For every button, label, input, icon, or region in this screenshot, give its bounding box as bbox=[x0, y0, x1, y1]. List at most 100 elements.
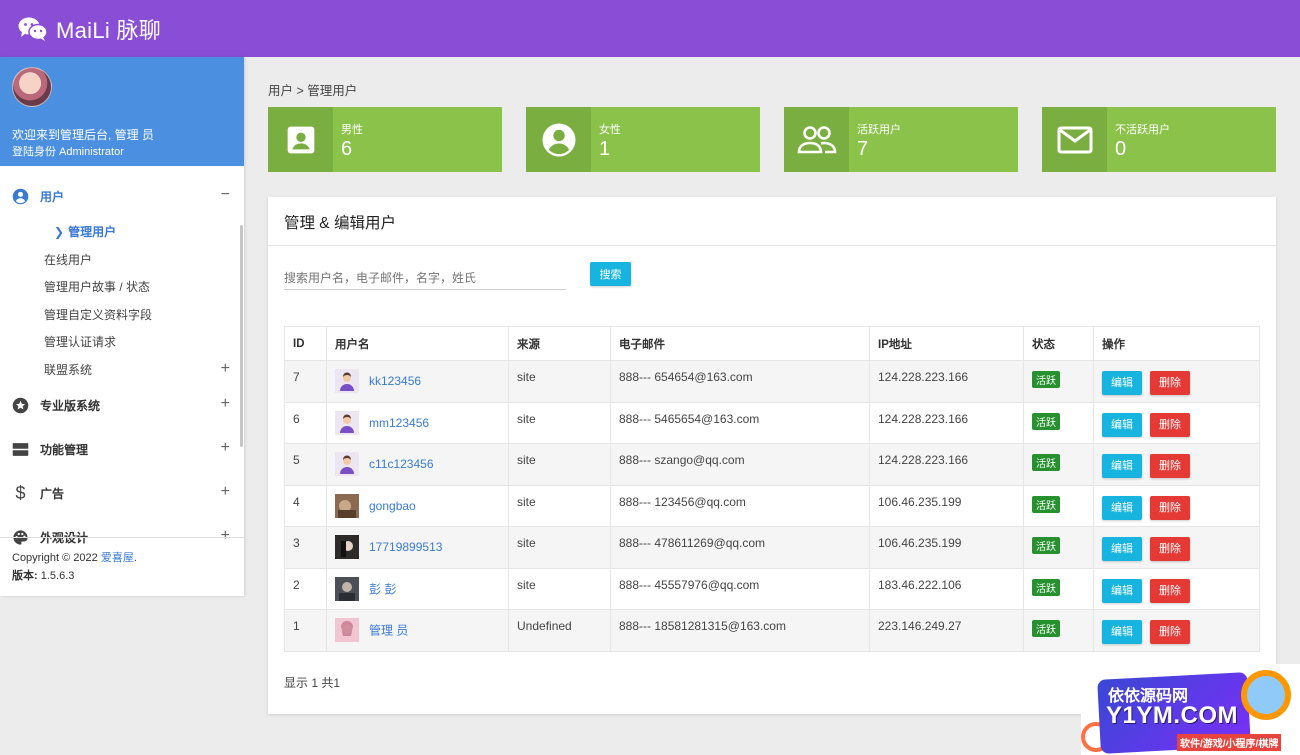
column-header[interactable]: IP地址 bbox=[869, 326, 1024, 361]
stat-card-male: 男性 6 bbox=[268, 107, 502, 172]
username-link[interactable]: gongbao bbox=[369, 499, 416, 513]
cell-ip: 183.46.222.106 bbox=[869, 567, 1024, 610]
sidebar-item-features[interactable]: 功能管理 + bbox=[0, 427, 244, 471]
table-row: 7 kk123456 site 888--- 654654@163.com 124.22… bbox=[284, 360, 1260, 403]
username-link[interactable]: mm123456 bbox=[369, 416, 429, 430]
sidebar-scrollbar[interactable] bbox=[240, 225, 243, 447]
cell-actions: 编辑 删除 bbox=[1093, 360, 1260, 403]
delete-button[interactable]: 删除 bbox=[1150, 495, 1190, 520]
cell-source: site bbox=[508, 484, 611, 527]
expand-icon[interactable]: + bbox=[221, 395, 230, 413]
app-brand[interactable]: MaiLi 脉聊 bbox=[56, 13, 161, 45]
sidebar-subitem-label: 管理自定义资料字段 bbox=[44, 307, 153, 322]
stat-value: 1 bbox=[599, 138, 611, 160]
edit-button[interactable]: 编辑 bbox=[1102, 454, 1142, 478]
stat-label: 活跃用户 bbox=[857, 124, 901, 136]
sidebar-subitem-label: 联盟系统 bbox=[44, 362, 93, 377]
sidebar-subitem-affiliates[interactable]: 联盟系统 + bbox=[0, 356, 244, 384]
username-link[interactable]: 管理 员 bbox=[369, 624, 408, 638]
welcome-text: 欢迎来到管理后台, 管理 员 bbox=[12, 128, 155, 142]
user-avatar[interactable] bbox=[335, 493, 359, 518]
top-bar: MaiLi 脉聊 bbox=[0, 0, 1300, 57]
sidebar-subitem-verification[interactable]: 管理认证请求 bbox=[0, 328, 244, 356]
stat-card-active: 活跃用户 7 bbox=[784, 107, 1018, 172]
sidebar-subitem-label: 管理认证请求 bbox=[44, 335, 117, 350]
delete-button[interactable]: 删除 bbox=[1150, 537, 1190, 561]
sidebar-subitem-label: 在线用户 bbox=[44, 252, 93, 267]
sidebar-item-ads[interactable]: $ 广告 + bbox=[0, 471, 244, 515]
copyright-link[interactable]: 爱喜屋 bbox=[101, 552, 134, 564]
delete-button[interactable]: 删除 bbox=[1150, 620, 1190, 644]
stat-card-female: 女性 1 bbox=[526, 107, 760, 172]
sidebar-subitem-custom-fields[interactable]: 管理自定义资料字段 bbox=[0, 301, 244, 329]
cell-source: site bbox=[508, 360, 611, 403]
column-header[interactable]: 状态 bbox=[1023, 326, 1094, 361]
cell-source: Undefined bbox=[508, 609, 611, 652]
search-input[interactable] bbox=[284, 261, 566, 290]
cell-source: site bbox=[508, 401, 611, 444]
contact-card-icon bbox=[268, 107, 333, 172]
edit-button[interactable]: 编辑 bbox=[1102, 537, 1142, 561]
users-table: ID 用户名 来源 电子邮件 IP地址 状态 操作 7 kk123456 site 8… bbox=[284, 326, 1260, 652]
cell-actions: 编辑 删除 bbox=[1093, 526, 1260, 569]
avatar[interactable] bbox=[12, 67, 52, 107]
cell-id: 1 bbox=[284, 609, 327, 652]
user-avatar[interactable] bbox=[335, 576, 359, 601]
search-button[interactable]: 搜索 bbox=[590, 262, 631, 286]
column-header[interactable]: 来源 bbox=[508, 326, 611, 361]
edit-button[interactable]: 编辑 bbox=[1102, 578, 1142, 603]
edit-button[interactable]: 编辑 bbox=[1102, 620, 1142, 644]
user-avatar[interactable] bbox=[335, 535, 359, 559]
column-header[interactable]: ID bbox=[284, 326, 327, 361]
version-label: 版本: bbox=[12, 570, 38, 582]
cell-id: 6 bbox=[284, 401, 327, 444]
edit-button[interactable]: 编辑 bbox=[1102, 412, 1142, 437]
edit-button[interactable]: 编辑 bbox=[1102, 371, 1142, 395]
stat-value: 7 bbox=[857, 138, 869, 160]
status-badge: 活跃 bbox=[1032, 495, 1060, 513]
version: 版本: 1.5.6.3 bbox=[12, 567, 232, 585]
cell-ip: 106.46.235.199 bbox=[869, 526, 1024, 569]
cell-ip: 106.46.235.199 bbox=[869, 484, 1024, 527]
username-link[interactable]: kk123456 bbox=[369, 374, 421, 388]
column-header[interactable]: 用户名 bbox=[326, 326, 509, 361]
user-avatar[interactable] bbox=[335, 618, 359, 642]
cell-ip: 124.228.223.166 bbox=[869, 360, 1024, 403]
delete-button[interactable]: 删除 bbox=[1150, 578, 1190, 603]
username-link[interactable]: 彭 彭 bbox=[369, 582, 396, 596]
user-avatar[interactable] bbox=[335, 452, 359, 476]
cell-id: 5 bbox=[284, 443, 327, 486]
table-row: 1 管理 员 Undefined 888--- 18581281315@163.com… bbox=[284, 609, 1260, 652]
sidebar-subitem-user-stories[interactable]: 管理用户故事 / 状态 bbox=[0, 273, 244, 301]
copyright: Copyright © 2022 爱喜屋. bbox=[12, 549, 232, 567]
expand-icon[interactable]: + bbox=[221, 360, 230, 378]
edit-button[interactable]: 编辑 bbox=[1102, 495, 1142, 520]
column-header[interactable]: 电子邮件 bbox=[610, 326, 870, 361]
user-avatar[interactable] bbox=[335, 369, 359, 393]
username-link[interactable]: c11c123456 bbox=[369, 457, 434, 471]
sidebar-item-users[interactable]: 用户 − bbox=[0, 174, 244, 218]
collapse-icon[interactable]: − bbox=[221, 186, 230, 204]
sidebar-subitem-online-users[interactable]: 在线用户 bbox=[0, 246, 244, 274]
cell-status: 活跃 bbox=[1023, 401, 1094, 444]
delete-button[interactable]: 删除 bbox=[1150, 371, 1190, 395]
status-badge: 活跃 bbox=[1032, 578, 1060, 596]
user-avatar[interactable] bbox=[335, 410, 359, 435]
stat-card-inactive: 不活跃用户 0 bbox=[1042, 107, 1276, 172]
delete-button[interactable]: 删除 bbox=[1150, 412, 1190, 437]
version-value: 1.5.6.3 bbox=[40, 570, 75, 582]
watermark-tagline: 软件/游戏/小程序/棋牌 bbox=[1177, 734, 1282, 751]
cell-status: 活跃 bbox=[1023, 484, 1094, 527]
username-link[interactable]: 17719899513 bbox=[369, 540, 442, 554]
delete-button[interactable]: 删除 bbox=[1150, 454, 1190, 478]
status-badge: 活跃 bbox=[1032, 371, 1060, 388]
chevron-right-icon: ❯ bbox=[54, 224, 65, 239]
cell-email: 888--- 45557976@qq.com bbox=[610, 567, 870, 610]
expand-icon[interactable]: + bbox=[221, 483, 230, 501]
sidebar-item-label: 功能管理 bbox=[40, 442, 89, 457]
account-circle-icon bbox=[12, 188, 29, 205]
wechat-logo-icon bbox=[18, 16, 48, 42]
sidebar-subitem-manage-users[interactable]: ❯ 管理用户 bbox=[0, 218, 244, 246]
expand-icon[interactable]: + bbox=[221, 439, 230, 457]
sidebar-item-pro[interactable]: 专业版系统 + bbox=[0, 383, 244, 427]
